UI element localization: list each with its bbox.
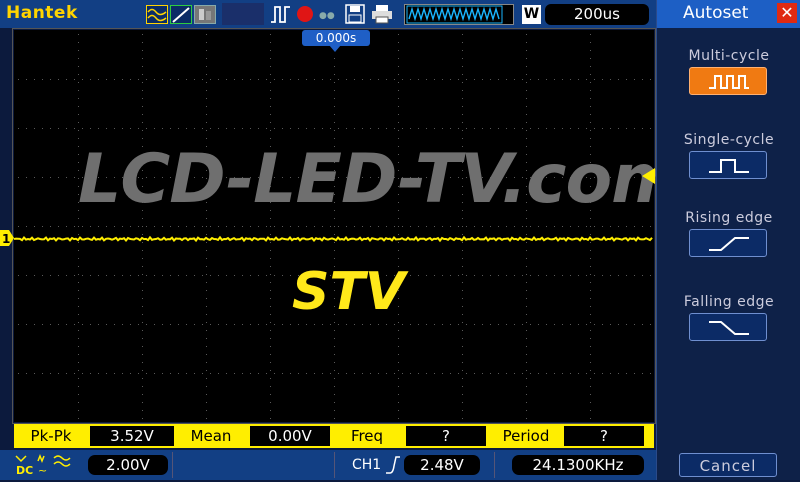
brand-logo: Hantek	[6, 3, 78, 23]
status-bar: DC ~ 2.00V CH1 2.48V 24.1300KHz	[0, 450, 656, 480]
option-label-rising-edge: Rising edge	[685, 210, 773, 226]
measure-value-period: ?	[564, 426, 644, 446]
math-wave-icon[interactable]	[194, 5, 216, 24]
option-label-single-cycle: Single-cycle	[683, 132, 775, 148]
print-icon[interactable]	[370, 4, 394, 24]
measure-label-mean: Mean	[190, 427, 232, 445]
measure-label-pkpk: Pk-Pk	[30, 427, 72, 445]
rising-trigger-icon	[386, 456, 400, 474]
option-label-falling-edge: Falling edge	[683, 294, 775, 310]
timebase-display[interactable]: 200us	[545, 4, 649, 25]
channel-1-number: 1	[2, 232, 10, 246]
blank-slot	[222, 3, 264, 25]
divider	[334, 452, 335, 478]
volts-per-div[interactable]: 2.00V	[88, 455, 168, 475]
single-cycle-icon	[709, 159, 749, 173]
measure-label-period: Period	[502, 427, 550, 445]
measure-value-freq: ?	[406, 426, 486, 446]
coupling-label: DC	[16, 464, 33, 477]
autoset-panel: Autoset ✕ Multi-cycle Single-cycle Risin…	[656, 0, 800, 480]
rising-edge-button[interactable]	[689, 229, 767, 257]
falling-edge-icon	[709, 321, 749, 335]
falling-edge-button[interactable]	[689, 313, 767, 341]
panel-title: Autoset	[683, 3, 749, 23]
trigger-channel: CH1	[352, 457, 382, 473]
trigger-state-icon: ●●	[318, 4, 340, 24]
channel-1-status-icon: DC ~	[14, 452, 84, 482]
oscilloscope-window: Hantek ●● W 200us 0.000s LCD-LED-TV.com …	[0, 0, 800, 480]
svg-text:~: ~	[38, 464, 47, 477]
single-cycle-button[interactable]	[689, 151, 767, 179]
measure-label-freq: Freq	[350, 427, 384, 445]
channel-1-marker[interactable]: 1	[0, 230, 14, 246]
rising-edge-icon	[709, 237, 749, 251]
multi-cycle-button[interactable]	[689, 67, 767, 95]
measure-value-pkpk: 3.52V	[90, 426, 174, 446]
measure-value-mean: 0.00V	[250, 426, 330, 446]
divider	[172, 452, 173, 478]
option-label-multi-cycle: Multi-cycle	[688, 48, 770, 64]
svg-text:●●: ●●	[319, 11, 335, 21]
record-icon[interactable]	[295, 4, 315, 24]
top-toolbar: Hantek ●● W 200us	[0, 0, 656, 28]
trigger-level[interactable]: 2.48V	[404, 455, 480, 475]
channel-wave-icon[interactable]	[146, 5, 168, 24]
waveform-strip-icon[interactable]	[404, 4, 514, 25]
run-state-icon[interactable]	[270, 4, 292, 24]
save-disk-icon[interactable]	[344, 4, 366, 24]
channel-1-trace	[14, 235, 653, 243]
trace-line	[14, 235, 653, 243]
multi-cycle-icon	[709, 75, 749, 89]
panel-header: Autoset ✕	[657, 0, 800, 28]
measurement-bar: Pk-Pk 3.52V Mean 0.00V Freq ? Period ?	[14, 424, 654, 448]
waveform-mode-indicator[interactable]: W	[522, 5, 541, 24]
cancel-button[interactable]: Cancel	[679, 453, 777, 477]
divider	[494, 452, 495, 478]
ref-wave-icon[interactable]	[170, 5, 192, 24]
close-icon[interactable]: ✕	[777, 3, 797, 23]
frequency-counter: 24.1300KHz	[512, 455, 644, 475]
